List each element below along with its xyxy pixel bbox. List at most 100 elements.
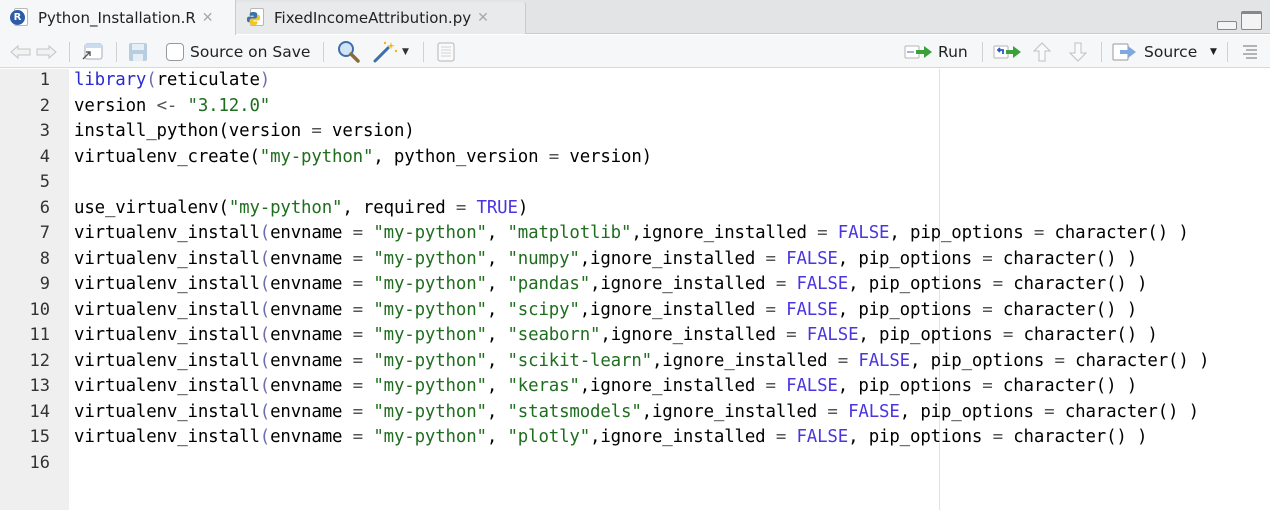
go-to-previous-section-button[interactable] — [1032, 35, 1052, 68]
code-token: ,ignore_installed — [579, 376, 766, 396]
r-file-icon: R — [8, 7, 30, 28]
line-number: 8 — [39, 248, 50, 269]
compile-report-button[interactable] — [436, 35, 456, 68]
find-replace-button[interactable] — [337, 35, 361, 68]
string-token: "scipy" — [507, 299, 580, 320]
code-line[interactable]: virtualenv_install(envname = "my-python"… — [74, 349, 1209, 375]
document-outline-button[interactable] — [1241, 35, 1259, 68]
constant-token: FALSE — [786, 376, 838, 396]
toolbar-separator — [1227, 42, 1228, 62]
checkbox-box[interactable] — [166, 42, 184, 61]
code-line[interactable]: install_python(version = version) — [74, 119, 415, 145]
code-token: ,ignore_installed — [600, 325, 787, 345]
code-token: version) — [559, 146, 652, 167]
tab-python-installation-r[interactable]: R Python_Installation.R ✕ — [0, 0, 236, 35]
code-token: , pip_options — [899, 401, 1045, 422]
minimize-pane-button[interactable] — [1217, 21, 1237, 30]
code-token: envname — [270, 299, 353, 320]
operator-token: = — [1033, 223, 1045, 243]
close-tab-icon[interactable]: ✕ — [202, 10, 214, 26]
show-in-new-window-button[interactable] — [80, 35, 104, 68]
code-token: version — [74, 95, 157, 116]
code-line[interactable]: use_virtualenv("my-python", required = T… — [74, 196, 528, 222]
line-number: 10 — [29, 299, 50, 320]
code-token: character() ) — [1054, 401, 1199, 422]
code-line[interactable]: virtualenv_create("my-python", python_ve… — [74, 145, 652, 171]
code-token: reticulate — [156, 70, 260, 90]
code-line[interactable]: library(reticulate) — [74, 68, 270, 94]
maximize-pane-button[interactable] — [1241, 11, 1262, 30]
popout-window-icon — [82, 43, 103, 59]
run-arrow-icon — [904, 45, 932, 58]
code-line[interactable]: virtualenv_install(envname = "my-python"… — [74, 272, 1148, 298]
operator-token: = — [352, 376, 363, 396]
code-line[interactable]: version <- "3.12.0" — [74, 94, 270, 120]
editor-tab-bar: R Python_Installation.R ✕ FixedIncomeAtt… — [0, 0, 1270, 35]
operator-token: = — [352, 350, 363, 371]
notebook-icon — [437, 42, 455, 61]
line-number: 12 — [29, 350, 50, 371]
code-line[interactable]: virtualenv_install(envname = "my-python"… — [74, 221, 1189, 247]
forward-button[interactable] — [35, 35, 57, 68]
source-label: Source — [1144, 42, 1198, 61]
operator-token: <- — [156, 95, 178, 116]
source-on-save-checkbox[interactable]: Source on Save — [166, 35, 310, 68]
code-token: envname — [270, 401, 353, 422]
string-token: "3.12.0" — [187, 95, 271, 116]
run-button[interactable]: Run — [904, 35, 968, 68]
operator-token: = — [786, 325, 797, 345]
code-token: version) — [321, 121, 415, 141]
code-line[interactable]: virtualenv_install(envname = "my-python"… — [74, 425, 1148, 451]
code-token: , — [486, 325, 508, 345]
source-button[interactable]: Source — [1112, 35, 1197, 68]
line-number: 13 — [29, 376, 50, 396]
python-file-icon — [244, 8, 266, 28]
close-tab-icon[interactable]: ✕ — [477, 10, 489, 26]
code-line[interactable]: virtualenv_install(envname = "my-python"… — [74, 298, 1137, 324]
code-token: , pip_options — [837, 248, 983, 269]
code-token: ,ignore_installed — [579, 248, 766, 269]
rerun-previous-button[interactable] — [993, 35, 1023, 68]
code-token: , — [486, 274, 508, 294]
code-token: character() ) — [992, 299, 1138, 320]
code-line[interactable]: virtualenv_install(envname = "my-python"… — [74, 400, 1199, 426]
operator-token: = — [982, 299, 993, 320]
code-token: , — [486, 299, 508, 320]
paren-token: ( — [259, 223, 271, 243]
code-line[interactable]: virtualenv_install(envname = "my-python"… — [74, 374, 1137, 400]
line-number: 6 — [39, 197, 50, 218]
operator-token: = — [1002, 325, 1014, 345]
line-number: 9 — [39, 274, 50, 294]
line-number: 2 — [39, 95, 50, 116]
operator-token: = — [982, 376, 993, 396]
constant-token: FALSE — [796, 427, 849, 447]
code-token: , — [486, 427, 508, 447]
arrow-left-icon — [10, 44, 31, 59]
back-button[interactable] — [10, 35, 32, 68]
code-tools-button[interactable]: ▼ — [372, 35, 409, 68]
toolbar-separator — [1101, 42, 1102, 62]
save-button[interactable] — [128, 35, 148, 68]
string-token: "my-python" — [373, 299, 487, 320]
run-label: Run — [938, 42, 968, 61]
code-token: , — [486, 223, 508, 243]
source-dropdown-button[interactable]: ▼ — [1210, 35, 1217, 68]
rerun-icon — [993, 45, 1021, 58]
constant-token: FALSE — [796, 274, 849, 294]
toolbar-separator — [423, 42, 424, 62]
string-token: "pandas" — [507, 274, 591, 294]
code-line[interactable]: virtualenv_install(envname = "my-python"… — [74, 323, 1158, 349]
tab-fixed-income-attribution-py[interactable]: FixedIncomeAttribution.py ✕ — [236, 2, 526, 34]
string-token: "numpy" — [507, 248, 580, 269]
line-number: 3 — [39, 121, 50, 141]
arrow-right-icon — [36, 44, 57, 59]
operator-token: = — [765, 299, 776, 320]
string-token: "seaborn" — [507, 325, 601, 345]
go-to-next-section-button[interactable] — [1068, 35, 1088, 68]
code-line[interactable]: virtualenv_install(envname = "my-python"… — [74, 247, 1137, 273]
magnifier-search-icon — [338, 40, 360, 63]
